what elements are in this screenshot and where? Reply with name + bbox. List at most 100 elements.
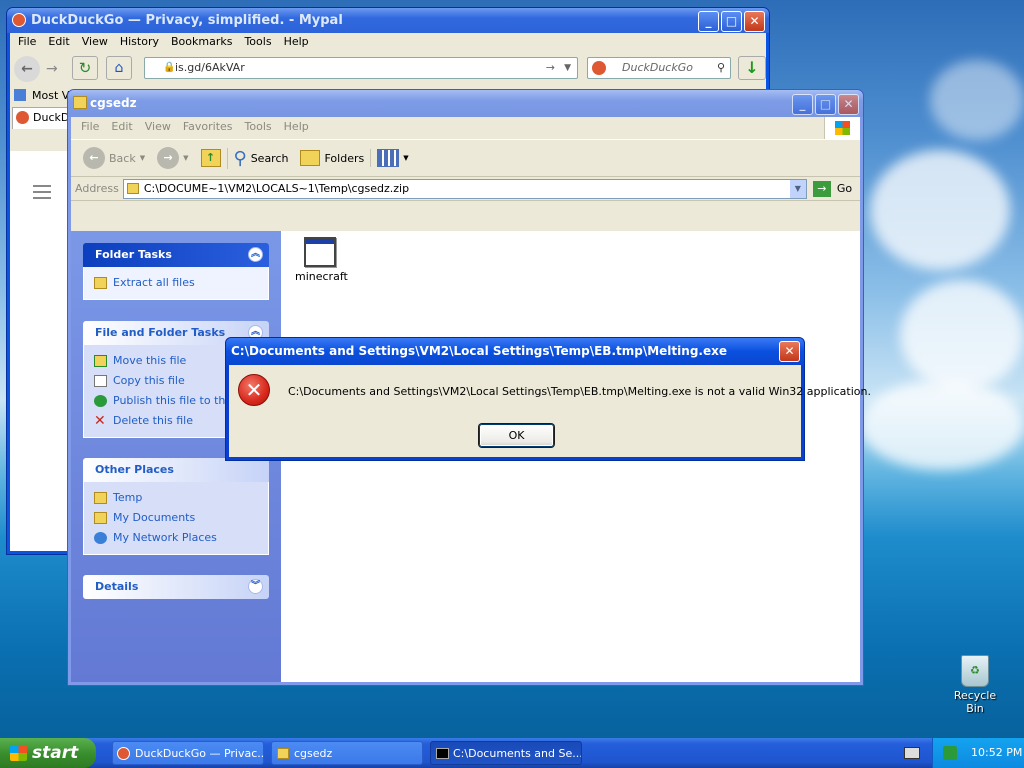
chevron-down-icon: ▼ xyxy=(183,154,189,162)
go-arrow-icon[interactable]: → xyxy=(546,58,555,78)
menu-file[interactable]: File xyxy=(12,33,42,51)
search-icon[interactable]: ⚲ xyxy=(717,58,725,78)
task-error-dialog[interactable]: C:\Documents and Se... xyxy=(430,741,582,765)
folder-tasks-header[interactable]: Folder Tasks ︽ xyxy=(83,243,269,267)
keyboard-icon[interactable] xyxy=(904,747,920,759)
recycle-bin-icon: ♻ xyxy=(961,655,989,687)
close-button[interactable]: ✕ xyxy=(779,341,800,362)
forward-button[interactable]: → ▼ xyxy=(151,147,194,169)
task-firefox[interactable]: DuckDuckGo — Privac... xyxy=(112,741,264,765)
close-button[interactable]: ✕ xyxy=(838,94,859,115)
back-button[interactable]: ← Back ▼ xyxy=(77,147,151,169)
search-placeholder: DuckDuckGo xyxy=(622,61,693,74)
error-dialog[interactable]: C:\Documents and Settings\VM2\Local Sett… xyxy=(225,337,871,461)
recycle-bin[interactable]: ♻ Recycle Bin xyxy=(944,655,1006,715)
folders-icon xyxy=(300,150,321,166)
details-header[interactable]: Details ︾ xyxy=(83,575,269,599)
menu-favorites[interactable]: Favorites xyxy=(177,117,239,137)
menu-edit[interactable]: Edit xyxy=(42,33,75,51)
explorer-menubar: File Edit View Favorites Tools Help xyxy=(71,117,860,139)
file-item[interactable]: minecraft xyxy=(295,237,348,283)
duckduckgo-search-icon xyxy=(592,61,606,75)
bookmark-icon xyxy=(14,89,26,101)
up-folder-button[interactable]: ↑ xyxy=(195,149,227,167)
menu-history[interactable]: History xyxy=(114,33,165,51)
go-arrow-icon: → xyxy=(812,180,831,197)
application-window-icon xyxy=(304,237,336,267)
file-folder-tasks-title: File and Folder Tasks xyxy=(95,326,226,339)
views-button[interactable]: ▼ xyxy=(370,149,414,167)
network-icon[interactable] xyxy=(943,746,957,760)
other-places-title: Other Places xyxy=(95,463,174,476)
go-label: Go xyxy=(836,182,853,195)
task-error-label: C:\Documents and Se... xyxy=(453,747,582,760)
start-button[interactable]: start xyxy=(0,738,96,768)
dialog-title: C:\Documents and Settings\VM2\Local Sett… xyxy=(231,344,727,358)
search-input[interactable]: DuckDuckGo ⚲ xyxy=(587,57,731,79)
chevron-down-icon[interactable]: ▼ xyxy=(564,58,571,78)
menu-tools[interactable]: Tools xyxy=(239,117,278,137)
firefox-navbar: ← → ↻ ⌂ 🔒 is.gd/6AkVAr → ▼ DuckDuckGo ⚲ … xyxy=(10,53,766,85)
menu-view[interactable]: View xyxy=(139,117,177,137)
search-button[interactable]: ⚲ Search xyxy=(226,147,295,169)
ok-button[interactable]: OK xyxy=(479,424,554,447)
back-arrow-icon[interactable]: ← xyxy=(14,56,40,82)
hamburger-menu-icon[interactable] xyxy=(33,185,51,199)
folder-icon xyxy=(94,492,107,504)
reload-icon[interactable]: ↻ xyxy=(72,56,98,80)
folders-button[interactable]: Folders xyxy=(294,150,370,166)
back-label: Back xyxy=(109,151,136,165)
zip-folder-icon xyxy=(277,748,289,759)
forward-arrow-icon[interactable]: → xyxy=(46,61,58,77)
zip-folder-icon xyxy=(73,96,87,109)
dialog-message: C:\Documents and Settings\VM2\Local Sett… xyxy=(288,385,871,398)
chevron-down-icon[interactable]: ▼ xyxy=(789,179,806,198)
maximize-button[interactable]: □ xyxy=(721,11,742,32)
other-places-panel: Other Places Temp My Documents My Networ… xyxy=(83,458,269,555)
back-arrow-icon: ← xyxy=(83,147,105,169)
menu-file[interactable]: File xyxy=(75,117,105,137)
extract-all-label: Extract all files xyxy=(113,276,195,289)
menu-help[interactable]: Help xyxy=(278,33,315,51)
temp-link[interactable]: Temp xyxy=(94,488,258,508)
firefox-titlebar[interactable]: DuckDuckGo — Privacy, simplified. - Mypa… xyxy=(7,8,769,33)
my-network-places-link[interactable]: My Network Places xyxy=(94,528,258,548)
home-icon[interactable]: ⌂ xyxy=(106,56,132,80)
download-icon[interactable]: ↓ xyxy=(738,56,766,80)
go-button[interactable]: → Go xyxy=(812,180,853,197)
extract-all-files-link[interactable]: Extract all files xyxy=(94,273,258,293)
task-explorer[interactable]: cgsedz xyxy=(271,741,423,765)
dialog-titlebar[interactable]: C:\Documents and Settings\VM2\Local Sett… xyxy=(226,338,804,365)
explorer-titlebar[interactable]: cgsedz _ □ ✕ xyxy=(68,90,863,117)
menu-help[interactable]: Help xyxy=(278,117,315,137)
clock[interactable]: 10:52 PM xyxy=(971,746,1022,759)
minimize-button[interactable]: _ xyxy=(698,11,719,32)
start-label: start xyxy=(32,743,79,763)
file-name: minecraft xyxy=(295,270,348,283)
my-documents-link[interactable]: My Documents xyxy=(94,508,258,528)
menu-bookmarks[interactable]: Bookmarks xyxy=(165,33,238,51)
globe-icon xyxy=(94,395,107,407)
windows-flag-icon xyxy=(10,745,27,761)
details-panel: Details ︾ xyxy=(83,575,269,599)
collapse-chevron-icon[interactable]: ︽ xyxy=(248,247,263,262)
url-bar[interactable]: 🔒 is.gd/6AkVAr → ▼ xyxy=(144,57,578,79)
address-bar: Address C:\DOCUME~1\VM2\LOCALS~1\Temp\cg… xyxy=(71,177,860,201)
minimize-button[interactable]: _ xyxy=(792,94,813,115)
menu-view[interactable]: View xyxy=(76,33,114,51)
error-icon: ✕ xyxy=(238,374,270,406)
delete-x-icon: ✕ xyxy=(94,413,106,429)
folder-tasks-title: Folder Tasks xyxy=(95,248,172,261)
windows-logo-icon xyxy=(824,117,860,139)
taskbar: start DuckDuckGo — Privac... cgsedz C:\D… xyxy=(0,738,1024,768)
menu-edit[interactable]: Edit xyxy=(105,117,138,137)
expand-chevron-icon[interactable]: ︾ xyxy=(248,579,263,594)
menu-tools[interactable]: Tools xyxy=(238,33,277,51)
zip-folder-icon xyxy=(126,182,139,194)
close-button[interactable]: ✕ xyxy=(744,11,765,32)
other-places-header[interactable]: Other Places xyxy=(83,458,269,482)
maximize-button[interactable]: □ xyxy=(815,94,836,115)
address-input[interactable]: C:\DOCUME~1\VM2\LOCALS~1\Temp\cgsedz.zip… xyxy=(122,178,807,199)
temp-label: Temp xyxy=(113,491,143,504)
address-value: C:\DOCUME~1\VM2\LOCALS~1\Temp\cgsedz.zip xyxy=(143,181,410,195)
